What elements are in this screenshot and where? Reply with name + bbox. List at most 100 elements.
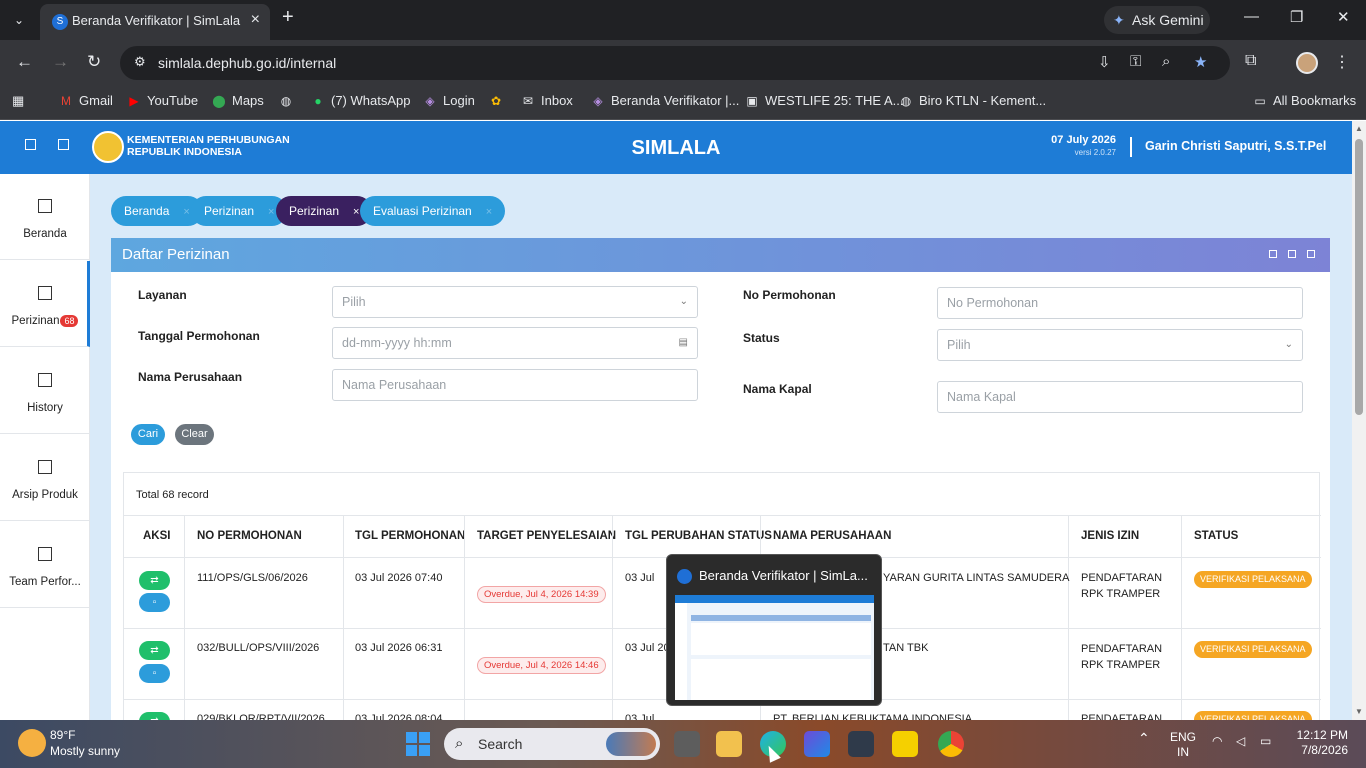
close-icon[interactable]: ×	[486, 206, 492, 218]
tray-chevron-up-icon[interactable]: ⌃	[1138, 730, 1150, 747]
process-icon[interactable]: ⇄	[139, 641, 170, 660]
panel-minimize-icon[interactable]	[1269, 250, 1277, 258]
camera-icon[interactable]	[848, 731, 874, 757]
file-explorer-icon[interactable]	[716, 731, 742, 757]
sidebar-item-team-performance[interactable]: Team Perfor...	[0, 522, 90, 608]
chrome-icon[interactable]	[938, 731, 964, 757]
windows-start-icon[interactable]	[406, 732, 430, 756]
forward-button[interactable]: →	[52, 52, 69, 72]
bookmark-star-icon[interactable]: ★	[1194, 53, 1207, 71]
detail-icon[interactable]: ▫	[139, 593, 170, 612]
detail-icon[interactable]: ▫	[139, 664, 170, 683]
bookmark-globe[interactable]: ◍	[278, 93, 299, 108]
bookmark-inbox[interactable]: ✉ Inbox	[520, 93, 573, 108]
clear-button[interactable]: Clear	[175, 424, 214, 445]
volume-icon[interactable]: ◁	[1236, 734, 1245, 748]
row-tgl-permohonan: 03 Jul 2026 08:04	[355, 713, 443, 720]
breadcrumb-evaluasi[interactable]: Evaluasi Perizinan ×	[360, 196, 506, 226]
process-icon[interactable]: ⇄	[139, 712, 170, 720]
calendar-icon[interactable]: ▤	[679, 328, 688, 358]
breadcrumb-perizinan-active[interactable]: Perizinan ×	[276, 196, 373, 226]
perizinan-label: Perizinan	[11, 315, 60, 327]
breadcrumb-beranda[interactable]: Beranda ×	[111, 196, 203, 226]
zoom-icon[interactable]: ⌕	[1162, 53, 1170, 70]
close-tab-icon[interactable]: ×	[251, 11, 260, 29]
history-icon	[38, 373, 52, 387]
menu-kebab-icon[interactable]: ⋮	[1334, 52, 1350, 72]
task-view-icon[interactable]	[674, 731, 700, 757]
close-icon[interactable]: ×	[353, 206, 359, 218]
new-tab-button[interactable]: +	[282, 6, 294, 29]
app-version: versi 2.0.27	[1074, 148, 1116, 157]
taskbar-clock[interactable]: 12:12 PM 7/8/2026	[1286, 728, 1348, 758]
browser-tab[interactable]: S Beranda Verifikator | SimLala ×	[40, 4, 270, 40]
nopermohonan-input[interactable]: No Permohonan	[937, 287, 1303, 319]
weather-sun-icon[interactable]	[18, 729, 46, 757]
page-scrollbar[interactable]: ▲ ▼	[1352, 121, 1366, 720]
taskbar-search[interactable]: ⌕ Search	[444, 728, 660, 760]
extensions-icon[interactable]: ⧉	[1245, 52, 1256, 70]
site-info-icon[interactable]: ⚙	[134, 54, 146, 70]
back-button[interactable]: ←	[16, 52, 33, 72]
gmail-icon: M	[61, 94, 71, 108]
sidebar-item-arsip-produk[interactable]: Arsip Produk	[0, 435, 90, 521]
copilot-icon[interactable]	[804, 731, 830, 757]
col-aksi: AKSI	[143, 530, 171, 542]
wifi-icon[interactable]: ◠	[1212, 734, 1222, 748]
close-icon[interactable]: ×	[268, 206, 274, 218]
login-icon: ◈	[425, 94, 435, 108]
sidebar-item-beranda[interactable]: Beranda	[0, 174, 90, 260]
status-select[interactable]: Pilih ⌄	[937, 329, 1303, 361]
bookmark-photos[interactable]: ✿	[488, 93, 509, 108]
weather-desc[interactable]: Mostly sunny	[50, 744, 120, 758]
install-icon[interactable]: ⇩	[1098, 53, 1111, 71]
windows-taskbar: 89°F Mostly sunny ⌕ Search ⌃ ENG IN ◠ ◁ ▭ …	[0, 720, 1366, 768]
language-indicator[interactable]: ENG IN	[1170, 730, 1196, 760]
battery-icon[interactable]: ▭	[1260, 734, 1271, 748]
bookmark-login[interactable]: ◈ Login	[422, 93, 474, 108]
all-bookmarks[interactable]: ▭ All Bookmarks	[1252, 93, 1356, 108]
reload-button[interactable]: ↻	[87, 52, 101, 72]
bookmark-simlala[interactable]: ◈ Beranda Verifikator |...	[590, 93, 739, 108]
sidebar-item-history[interactable]: History	[0, 348, 90, 434]
jenis-line2: RPK TRAMPER	[1081, 588, 1161, 600]
bookmark-biro[interactable]: ◍ Biro KTLN - Kement...	[898, 93, 1046, 108]
panel-maximize-icon[interactable]	[1288, 250, 1296, 258]
breadcrumb-perizinan[interactable]: Perizinan ×	[191, 196, 288, 226]
weather-temp[interactable]: 89°F	[50, 728, 75, 742]
row-jenis-izin: PENDAFTARAN RPK TRAMPER	[1081, 570, 1162, 602]
sticky-notes-icon[interactable]	[892, 731, 918, 757]
profile-avatar[interactable]	[1296, 52, 1318, 74]
tab-search-button[interactable]: ⌄	[6, 8, 32, 32]
kapal-input[interactable]: Nama Kapal	[937, 381, 1303, 413]
cari-button[interactable]: Cari	[131, 424, 165, 445]
apps-grid-icon[interactable]: ▦	[12, 93, 24, 109]
user-name[interactable]: Garin Christi Saputri, S.S.T.Pel	[1145, 139, 1326, 153]
minimize-button[interactable]: —	[1244, 8, 1259, 25]
preview-thumbnail[interactable]	[675, 595, 874, 700]
bookmark-gmail[interactable]: M Gmail	[58, 93, 113, 108]
row-tgl-perubahan: 03 Jul	[625, 713, 655, 720]
scroll-down-icon[interactable]: ▼	[1355, 707, 1363, 716]
bookmark-maps[interactable]: ⬤ Maps	[211, 93, 264, 108]
password-key-icon[interactable]: ⚿	[1130, 53, 1141, 70]
row-no-permohonan: 032/BULL/OPS/VIII/2026	[197, 642, 320, 654]
layanan-select[interactable]: Pilih ⌄	[332, 286, 698, 318]
ask-gemini-button[interactable]: ✦ Ask Gemini	[1104, 6, 1210, 34]
panel-close-icon[interactable]	[1307, 250, 1315, 258]
close-icon[interactable]: ×	[183, 206, 189, 218]
sidebar-item-perizinan[interactable]: Perizinan 68	[0, 261, 90, 347]
tanggal-input[interactable]: dd-mm-yyyy hh:mm ▤	[332, 327, 698, 359]
scroll-up-icon[interactable]: ▲	[1355, 124, 1363, 133]
restore-button[interactable]: ❐	[1290, 8, 1303, 26]
bookmark-whatsapp[interactable]: ● (7) WhatsApp	[310, 93, 410, 108]
close-window-button[interactable]: ✕	[1337, 8, 1350, 26]
scrollbar-thumb[interactable]	[1355, 139, 1363, 415]
taskbar-window-preview[interactable]: Beranda Verifikator | SimLa...	[666, 554, 882, 706]
bookmark-youtube[interactable]: ▶ YouTube	[126, 93, 198, 108]
row-nama-perusahaan: PT. BERLIAN KEBUKTAMA INDONESIA	[773, 713, 973, 720]
address-bar[interactable]: ⚙ simlala.dephub.go.id/internal ⇩ ⚿ ⌕ ★	[120, 46, 1230, 80]
bookmark-westlife[interactable]: ▣ WESTLIFE 25: THE A...	[744, 93, 903, 108]
perusahaan-input[interactable]: Nama Perusahaan	[332, 369, 698, 401]
process-icon[interactable]: ⇄	[139, 571, 170, 590]
